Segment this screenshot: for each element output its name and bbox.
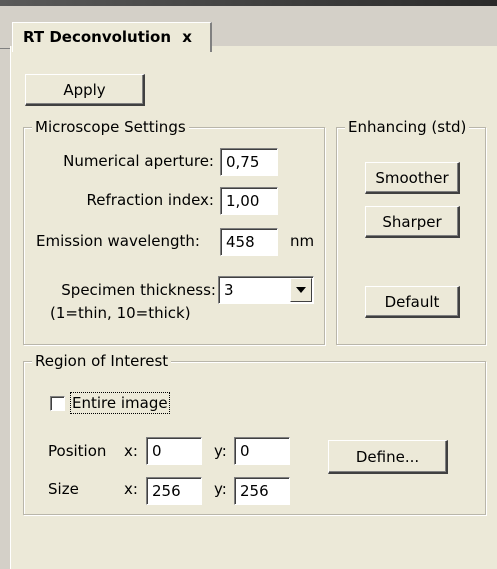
thickness-hint: (1=thin, 10=thick) <box>50 304 191 322</box>
specimen-thickness-value: 3 <box>224 281 234 299</box>
specimen-thickness-label: Specimen thickness: <box>61 281 216 299</box>
sharper-button[interactable]: Sharper <box>365 206 460 238</box>
emission-wavelength-input[interactable]: 458 <box>220 228 278 256</box>
enhancing-title: Enhancing (std) <box>345 118 470 136</box>
refraction-index-label: Refraction index: <box>86 191 214 209</box>
position-y-label: y: <box>214 442 227 460</box>
wavelength-unit: nm <box>290 232 315 250</box>
specimen-thickness-select[interactable]: 3 <box>218 276 314 304</box>
tab-label: RT Deconvolution <box>23 28 172 46</box>
size-y-label: y: <box>214 480 227 498</box>
entire-image-checkbox[interactable] <box>50 396 65 411</box>
enhancing-group: Enhancing (std) Smoother Sharper Default <box>336 118 486 345</box>
region-of-interest-title: Region of Interest <box>32 352 172 370</box>
size-x-label: x: <box>124 480 138 498</box>
position-label: Position <box>48 442 107 460</box>
region-of-interest-group: Region of Interest Entire image Position… <box>23 352 486 515</box>
tab-close-icon[interactable]: x <box>182 28 192 46</box>
emission-wavelength-label: Emission wavelength: <box>36 232 200 250</box>
tab-strip: RT Deconvolution x <box>0 6 497 52</box>
refraction-index-input[interactable]: 1,00 <box>220 187 278 215</box>
dropdown-arrow-icon[interactable] <box>290 278 312 302</box>
tab-rt-deconvolution[interactable]: RT Deconvolution x <box>12 22 212 52</box>
position-x-label: x: <box>124 442 138 460</box>
position-x-input[interactable]: 0 <box>146 437 202 465</box>
numerical-aperture-input[interactable]: 0,75 <box>220 148 278 176</box>
entire-image-label[interactable]: Entire image <box>70 392 170 414</box>
define-button[interactable]: Define... <box>328 440 448 474</box>
default-button[interactable]: Default <box>365 286 460 318</box>
numerical-aperture-label: Numerical aperture: <box>63 152 214 170</box>
size-label: Size <box>48 480 79 498</box>
apply-button[interactable]: Apply <box>25 74 145 106</box>
microscope-settings-title: Microscope Settings <box>32 118 189 136</box>
deconvolution-panel: Apply Microscope Settings Numerical aper… <box>10 46 497 569</box>
microscope-settings-group: Microscope Settings Numerical aperture: … <box>23 118 325 345</box>
smoother-button[interactable]: Smoother <box>365 162 460 194</box>
size-y-input[interactable]: 256 <box>234 477 290 505</box>
size-x-input[interactable]: 256 <box>146 477 202 505</box>
position-y-input[interactable]: 0 <box>234 437 290 465</box>
